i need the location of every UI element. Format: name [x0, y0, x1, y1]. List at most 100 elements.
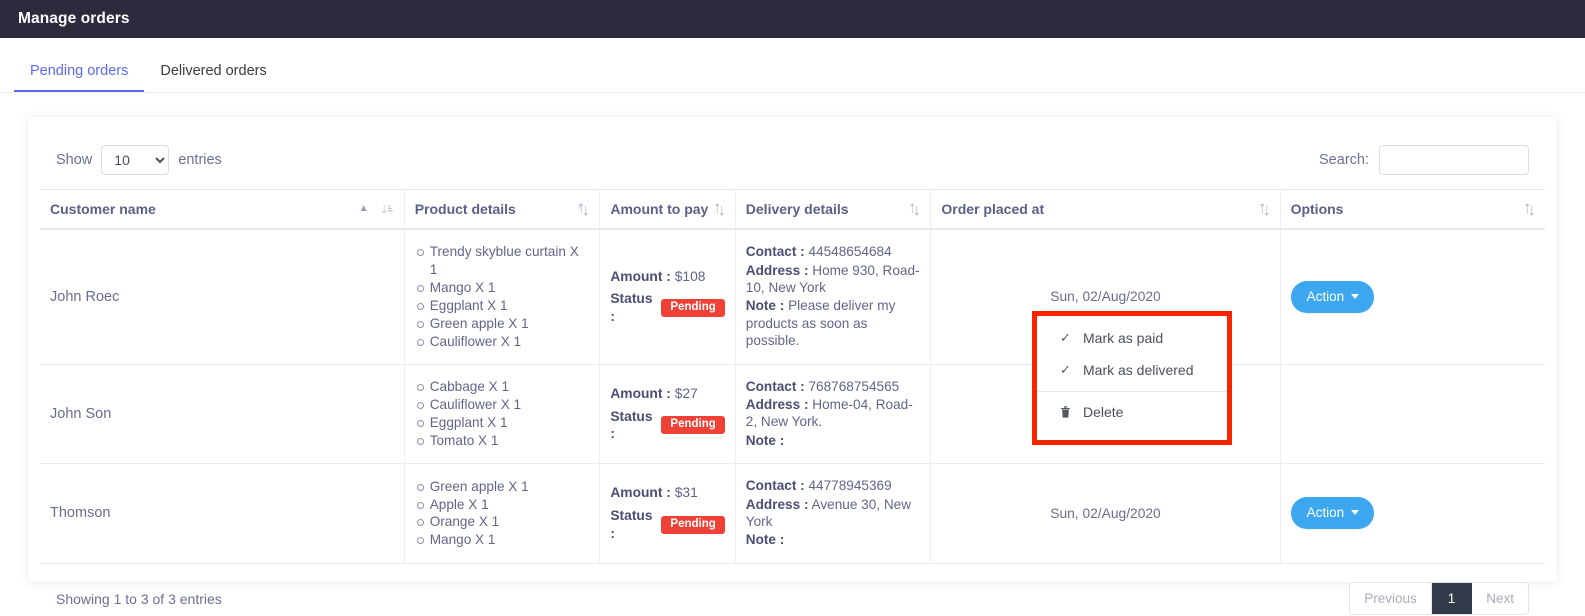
- product-item: Eggplant X 1: [416, 414, 590, 432]
- trash-icon: [1059, 406, 1072, 418]
- menu-item-mark-as-paid[interactable]: ✓ Mark as paid: [1037, 322, 1227, 354]
- contact-label: Contact :: [745, 478, 805, 494]
- order-date: Sun, 02/Aug/2020: [1050, 505, 1161, 521]
- tab-delivered-orders[interactable]: Delivered orders: [144, 53, 282, 92]
- menu-divider: [1037, 391, 1227, 392]
- action-button[interactable]: Action: [1290, 497, 1375, 530]
- pagination: Previous 1 Next: [1349, 581, 1529, 616]
- table-footer: Showing 1 to 3 of 3 entries Previous 1 N…: [40, 564, 1545, 616]
- product-list: Cabbage X 1 Cauliflower X 1 Eggplant X 1…: [415, 378, 590, 450]
- app-header: Manage orders: [0, 0, 1585, 38]
- pagination-previous[interactable]: Previous: [1350, 582, 1432, 615]
- amount-value: $27: [674, 385, 698, 401]
- product-item: Apple X 1: [416, 496, 590, 514]
- column-header-product-details[interactable]: Product details: [404, 189, 601, 230]
- column-header-options[interactable]: Options: [1280, 189, 1545, 230]
- cell-delivery-details: Contact : 768768754565 Address : Home-04…: [735, 364, 932, 465]
- column-label: Customer name: [50, 201, 156, 217]
- sort-icon: [578, 202, 589, 216]
- menu-item-label: Mark as delivered: [1083, 362, 1194, 378]
- orders-table: Customer name ▲ Product details Amount t…: [40, 189, 1545, 564]
- table-row: John Son Cabbage X 1 Cauliflower X 1 Egg…: [40, 364, 1545, 465]
- status-label: Status :: [610, 408, 653, 442]
- check-icon: ✓: [1060, 330, 1071, 345]
- action-button[interactable]: Action: [1290, 280, 1375, 313]
- cell-delivery-details: Contact : 44548654684 Address : Home 930…: [735, 229, 932, 365]
- showing-entries-text: Showing 1 to 3 of 3 entries: [56, 590, 222, 607]
- column-label: Options: [1290, 201, 1344, 217]
- product-item: Cauliflower X 1: [416, 396, 590, 414]
- sort-icon: [714, 202, 725, 216]
- caret-up-icon: ▲: [358, 203, 369, 214]
- table-toolbar: Show 10 25 50 100 entries Search:: [40, 117, 1545, 189]
- cell-options: [1280, 364, 1545, 465]
- action-button-label: Action: [1306, 288, 1345, 304]
- action-button-label: Action: [1306, 505, 1345, 521]
- sort-icon: [1259, 202, 1270, 216]
- cell-customer-name: Thomson: [40, 463, 405, 564]
- product-item: Green apple X 1: [416, 478, 590, 496]
- contact-label: Contact :: [745, 378, 805, 394]
- chevron-down-icon: [1351, 510, 1360, 516]
- chevron-down-icon: [1351, 293, 1360, 299]
- cell-product-details: Cabbage X 1 Cauliflower X 1 Eggplant X 1…: [404, 364, 601, 465]
- table-body: John Roec Trendy skyblue curtain X 1 Man…: [40, 229, 1545, 564]
- pagination-next[interactable]: Next: [1472, 582, 1528, 615]
- show-label: Show: [56, 152, 93, 168]
- contact-value: 44548654684: [808, 244, 892, 260]
- column-label: Delivery details: [745, 201, 849, 217]
- menu-item-mark-as-delivered[interactable]: ✓ Mark as delivered: [1037, 354, 1227, 386]
- product-item: Tomato X 1: [416, 432, 590, 450]
- cell-product-details: Green apple X 1 Apple X 1 Orange X 1 Man…: [404, 463, 601, 564]
- cell-options: Action: [1280, 229, 1545, 365]
- cell-amount-to-pay: Amount : $108 Status : Pending: [599, 229, 736, 365]
- product-item: Cauliflower X 1: [416, 333, 590, 351]
- pagination-page-1[interactable]: 1: [1431, 582, 1473, 615]
- cell-amount-to-pay: Amount : $27 Status : Pending: [599, 364, 736, 465]
- cell-customer-name: John Son: [40, 364, 405, 465]
- amount-value: $108: [674, 268, 706, 284]
- cell-order-placed-at: Sun, 02/Aug/2020: [930, 463, 1281, 564]
- action-dropdown-menu: ✓ Mark as paid ✓ Mark as delivered Delet…: [1037, 316, 1227, 440]
- cell-delivery-details: Contact : 44778945369 Address : Avenue 3…: [735, 463, 932, 564]
- column-header-order-placed-at[interactable]: Order placed at: [930, 189, 1281, 230]
- page-size-select[interactable]: 10 25 50 100: [101, 145, 170, 175]
- product-item: Green apple X 1: [416, 315, 590, 333]
- sort-icon: [1524, 202, 1535, 216]
- cell-product-details: Trendy skyblue curtain X 1 Mango X 1 Egg…: [404, 229, 601, 365]
- product-item: Mango X 1: [416, 279, 590, 297]
- search-input[interactable]: [1379, 145, 1529, 175]
- table-header-row: Customer name ▲ Product details Amount t…: [40, 189, 1545, 230]
- menu-item-delete[interactable]: Delete: [1037, 396, 1227, 428]
- contact-value: 768768754565: [808, 378, 900, 394]
- column-header-customer-name[interactable]: Customer name ▲: [40, 189, 405, 230]
- page-body: Show 10 25 50 100 entries Search:: [0, 93, 1585, 616]
- search-group: Search:: [1319, 145, 1529, 175]
- note-label: Note :: [745, 432, 785, 448]
- column-label: Product details: [414, 201, 516, 217]
- amount-label: Amount :: [610, 385, 671, 401]
- sort-icon: [909, 202, 920, 216]
- order-date: Sun, 02/Aug/2020: [1050, 288, 1161, 304]
- menu-item-label: Mark as paid: [1083, 330, 1164, 346]
- status-badge: Pending: [661, 298, 725, 318]
- column-header-delivery-details[interactable]: Delivery details: [735, 189, 932, 230]
- status-label: Status :: [610, 508, 653, 541]
- status-badge: Pending: [661, 515, 725, 535]
- page-title: Manage orders: [18, 10, 130, 27]
- tab-pending-orders[interactable]: Pending orders: [14, 53, 145, 92]
- column-label: Amount to pay: [610, 201, 709, 217]
- product-list: Green apple X 1 Apple X 1 Orange X 1 Man…: [415, 478, 590, 550]
- cell-amount-to-pay: Amount : $31 Status : Pending: [599, 463, 736, 564]
- column-label: Order placed at: [941, 201, 1045, 217]
- show-entries-group: Show 10 25 50 100 entries: [56, 145, 222, 175]
- address-label: Address :: [745, 262, 809, 278]
- entries-label: entries: [178, 152, 222, 168]
- column-header-amount-to-pay[interactable]: Amount to pay: [599, 189, 736, 230]
- contact-value: 44778945369: [808, 478, 892, 494]
- orders-card: Show 10 25 50 100 entries Search:: [28, 117, 1557, 616]
- note-label: Note :: [745, 532, 785, 548]
- address-label: Address :: [745, 496, 809, 512]
- sort-amount-down-icon: [381, 203, 394, 216]
- amount-value: $31: [674, 485, 698, 501]
